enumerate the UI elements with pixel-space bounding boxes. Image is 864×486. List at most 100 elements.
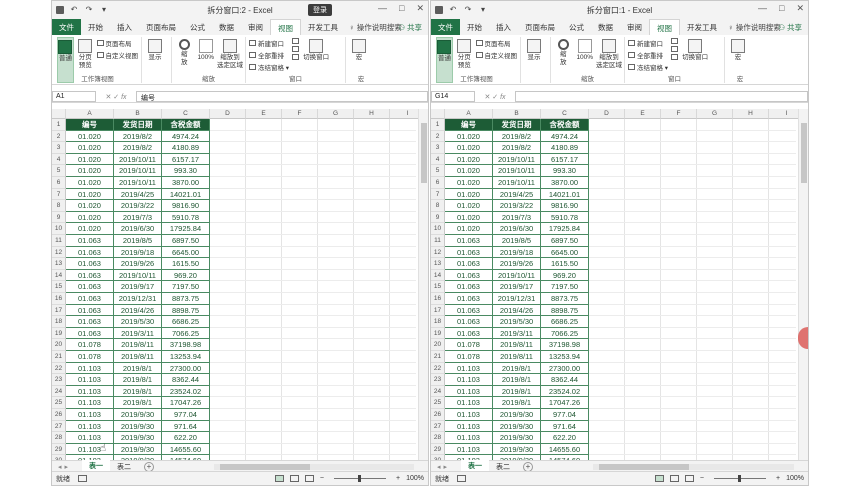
table-cell[interactable]: 01.063 [66,304,114,317]
row-number[interactable]: 11 [52,235,66,247]
table-cell[interactable]: 8362.44 [162,374,210,386]
undo-icon[interactable]: ↶ [69,5,79,15]
row-number[interactable]: 13 [52,258,66,270]
table-cell[interactable]: 1615.50 [541,258,589,270]
table-header-cell[interactable]: 发货日期 [114,119,162,131]
table-cell[interactable]: 2019/8/2 [493,130,541,143]
column-header[interactable]: G [697,109,733,119]
save-icon[interactable] [435,6,443,14]
table-cell[interactable]: 01.078 [445,351,493,363]
table-cell[interactable]: 01.103 [445,420,493,433]
table-cell[interactable]: 01.103 [66,397,114,409]
table-cell[interactable]: 6157.17 [162,153,210,166]
table-cell[interactable]: 2019/3/22 [493,200,541,212]
table-cell[interactable]: 2019/10/11 [114,153,162,166]
redo-icon[interactable]: ↷ [463,5,473,15]
column-header[interactable]: C [541,109,589,119]
table-header-cell[interactable]: 含税金额 [162,119,210,131]
table-cell[interactable]: 01.103 [66,432,114,444]
table-cell[interactable]: 9816.90 [541,200,589,212]
arrange-all-button[interactable]: 全部重排 [628,50,668,60]
column-header[interactable]: A [445,109,493,119]
table-cell[interactable]: 4180.89 [162,142,210,154]
show-button[interactable]: 显示 [145,37,165,83]
column-header[interactable]: D [210,109,246,119]
table-cell[interactable]: 01.063 [66,258,114,270]
table-cell[interactable]: 7197.50 [541,281,589,293]
table-cell[interactable]: 01.063 [445,258,493,270]
table-cell[interactable]: 01.020 [445,223,493,235]
split-icon[interactable] [292,38,300,44]
row-number[interactable]: 23 [431,374,445,386]
tab-4[interactable]: 公式 [562,19,591,35]
table-cell[interactable]: 2019/8/1 [493,385,541,398]
unhide-icon[interactable] [292,54,300,60]
sheet-nav-arrows[interactable]: ◂▸ [431,463,461,471]
table-cell[interactable]: 9816.90 [162,200,210,212]
row-number[interactable]: 9 [52,211,66,224]
table-cell[interactable]: 2019/9/26 [493,258,541,270]
row-number[interactable]: 2 [431,130,445,143]
table-cell[interactable]: 2019/8/1 [114,397,162,409]
formula-input[interactable]: 编号 [136,91,428,102]
table-cell[interactable]: 01.020 [445,177,493,189]
table-cell[interactable]: 3870.00 [162,177,210,189]
row-number[interactable]: 21 [52,351,66,363]
table-cell[interactable]: 2019/9/30 [493,443,541,456]
table-cell[interactable]: 2019/9/30 [114,409,162,421]
sheet-nav-arrows[interactable]: ◂▸ [52,463,82,471]
row-number[interactable]: 24 [431,385,445,398]
show-button[interactable]: 显示 [524,37,544,83]
table-cell[interactable]: 7066.25 [541,327,589,340]
fx-icon[interactable]: fx [121,94,126,101]
tab-2[interactable]: 插入 [110,19,139,35]
table-cell[interactable]: 13253.94 [162,351,210,363]
table-cell[interactable]: 14655.60 [541,443,589,456]
unhide-icon[interactable] [671,54,679,60]
table-cell[interactable]: 2019/8/1 [493,362,541,375]
table-cell[interactable]: 37198.98 [541,339,589,351]
zoom-slider-thumb[interactable] [738,475,741,482]
zoom-slider[interactable] [334,475,386,482]
normal-view-status-icon[interactable] [654,475,664,482]
row-number[interactable]: 1 [52,119,66,131]
table-cell[interactable]: 01.020 [66,130,114,143]
table-cell[interactable]: 01.103 [66,362,114,375]
table-cell[interactable]: 01.020 [66,223,114,235]
table-cell[interactable]: 6645.00 [541,246,589,259]
tab-2[interactable]: 插入 [489,19,518,35]
tab-5[interactable]: 数据 [212,19,241,35]
vertical-scrollbar[interactable] [418,109,428,460]
enter-icon[interactable]: ✓ [113,94,119,101]
tell-me-search[interactable]: ♀ 操作说明搜索 [728,19,781,35]
table-cell[interactable]: 2019/9/30 [114,432,162,444]
row-number[interactable]: 15 [52,281,66,293]
table-cell[interactable]: 2019/4/25 [114,188,162,201]
table-cell[interactable]: 27300.00 [541,362,589,375]
row-number[interactable]: 6 [52,177,66,189]
table-cell[interactable]: 37198.98 [162,339,210,351]
row-number[interactable]: 6 [431,177,445,189]
row-number[interactable]: 10 [52,223,66,235]
table-cell[interactable]: 01.103 [66,443,114,456]
table-cell[interactable]: 2019/8/1 [493,397,541,409]
table-cell[interactable]: 2019/8/11 [114,351,162,363]
table-cell[interactable]: 01.020 [445,200,493,212]
table-cell[interactable]: 977.04 [541,409,589,421]
table-cell[interactable]: 2019/9/18 [493,246,541,259]
customize-toolbar-icon[interactable]: ▾ [478,5,488,15]
row-number[interactable]: 20 [52,339,66,351]
table-cell[interactable]: 01.020 [66,200,114,212]
column-header[interactable]: A [66,109,114,119]
table-cell[interactable]: 23524.02 [541,385,589,398]
enter-icon[interactable]: ✓ [492,94,498,101]
table-cell[interactable]: 2019/8/2 [114,130,162,143]
table-cell[interactable]: 2019/4/25 [493,188,541,201]
share-button[interactable]: ⚇ 共享 [398,22,422,33]
table-cell[interactable]: 01.020 [66,153,114,166]
column-header[interactable]: B [114,109,162,119]
tell-me-search[interactable]: ♀ 操作说明搜索 [349,19,402,35]
zoom-in-icon[interactable]: + [396,475,400,482]
login-button[interactable]: 登录 [308,4,332,16]
row-number[interactable]: 5 [431,165,445,177]
